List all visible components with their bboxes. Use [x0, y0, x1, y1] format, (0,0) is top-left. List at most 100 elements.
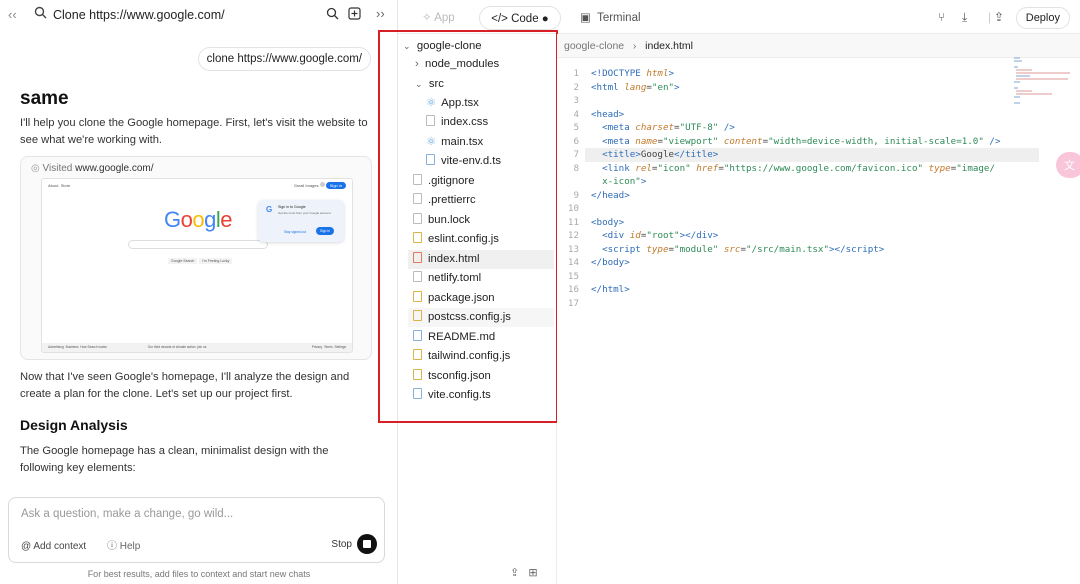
- upload-icon[interactable]: ⇪: [510, 567, 519, 579]
- stop-button[interactable]: [357, 534, 377, 554]
- line-number: 1: [573, 68, 579, 79]
- chevrons-right-icon[interactable]: ››: [376, 6, 385, 21]
- tree-item[interactable]: package.json: [413, 289, 495, 308]
- new-chat-icon[interactable]: [348, 7, 361, 23]
- code-line: <meta charset="UTF-8" />: [602, 122, 735, 133]
- line-number: 6: [573, 135, 579, 147]
- mini-nav-left: About Store: [48, 183, 70, 188]
- file-tree: ⌄ google-clone › node_modules ⌄ src ⚛ App…: [398, 34, 557, 584]
- md-file-icon: [413, 330, 422, 341]
- tree-item[interactable]: eslint.config.js: [413, 230, 499, 249]
- code-line: x-icon">: [602, 176, 647, 187]
- visit-card[interactable]: ◎ Visited www.google.com/ About Store Gm…: [20, 156, 372, 360]
- line-number: 2: [573, 81, 579, 93]
- mini-nav-store: Store: [60, 183, 71, 188]
- add-context-button[interactable]: @ Add context: [21, 541, 86, 552]
- line-number: 17: [567, 297, 579, 309]
- mini-popup-title: Sign in to Google: [278, 205, 306, 209]
- code-line: <script type="module" src="/src/main.tsx…: [602, 243, 885, 255]
- tree-item-label: postcss.config.js: [428, 311, 511, 323]
- tree-item-label: eslint.config.js: [428, 233, 499, 245]
- google-screenshot: About Store Gmail Images Sign in Google …: [41, 178, 353, 353]
- json-file-icon: [413, 291, 422, 302]
- download-icon[interactable]: ⤓: [962, 10, 967, 25]
- tree-item-label: main.tsx: [441, 136, 484, 148]
- tree-item[interactable]: › node_modules: [415, 55, 499, 74]
- minimap[interactable]: [1012, 56, 1072, 116]
- tree-item[interactable]: README.md: [413, 328, 495, 347]
- tab-terminal[interactable]: ▣ Terminal: [580, 6, 641, 30]
- tree-footer: ⇪ ⊞: [510, 566, 538, 579]
- tree-item-label: package.json: [428, 292, 495, 304]
- message-composer[interactable]: Ask a question, make a change, go wild..…: [8, 497, 385, 563]
- tree-item-label: bun.lock: [428, 214, 471, 226]
- file-icon: [413, 174, 422, 185]
- mini-footer-climate: Our third decade of climate action: join…: [147, 345, 207, 349]
- assistant-name: same: [20, 88, 69, 109]
- line-number: 8: [573, 162, 579, 174]
- tree-item[interactable]: ⚛ main.tsx: [426, 133, 483, 152]
- tree-item[interactable]: tsconfig.json: [413, 367, 491, 386]
- tree-item[interactable]: tailwind.config.js: [413, 347, 510, 366]
- mini-popup-g-icon: G: [266, 205, 273, 214]
- help-icon: ⓘ: [106, 541, 117, 552]
- mini-popup-stay: Stay signed out: [284, 230, 306, 234]
- tab-app[interactable]: ✧ App: [422, 6, 455, 30]
- tree-item[interactable]: index.css: [426, 113, 488, 132]
- mini-popup-text: Get the most from your Google account: [278, 211, 331, 215]
- folder-add-icon[interactable]: ⊞: [528, 567, 537, 579]
- tree-item[interactable]: .gitignore: [413, 172, 474, 191]
- fork-icon[interactable]: ⑂: [938, 10, 945, 24]
- chevron-down-icon: ⌄: [403, 41, 411, 51]
- chevron-right-icon: ›: [415, 58, 419, 70]
- breadcrumb: google-clone › index.html: [557, 34, 1080, 58]
- react-icon: ⚛: [426, 97, 437, 109]
- code-editor[interactable]: google-clone › index.html 1 2 3 4 5 6 7 …: [557, 34, 1080, 584]
- composer-input[interactable]: Ask a question, make a change, go wild..…: [21, 508, 233, 520]
- tree-item[interactable]: vite.config.ts: [413, 386, 491, 405]
- search-icon[interactable]: [326, 7, 339, 23]
- tree-item-label: index.css: [441, 116, 489, 128]
- tree-item[interactable]: bun.lock: [413, 211, 470, 230]
- js-file-icon: [413, 349, 422, 360]
- code-line: <head>: [591, 108, 625, 120]
- section-heading: Design Analysis: [20, 417, 128, 433]
- tree-item[interactable]: .prettierrc: [413, 191, 476, 210]
- line-number: 12: [567, 230, 579, 241]
- tree-item-active[interactable]: index.html: [408, 250, 554, 269]
- line-number: 9: [573, 189, 579, 201]
- mini-footer-how: How Search works: [80, 345, 107, 349]
- line-number: 3: [573, 95, 579, 106]
- tree-item[interactable]: ⌄ src: [415, 75, 444, 94]
- chevrons-left-icon[interactable]: ‹‹: [8, 7, 17, 22]
- tree-item[interactable]: vite-env.d.ts: [426, 152, 501, 171]
- at-icon: @: [21, 541, 32, 552]
- translate-icon[interactable]: 文: [1056, 152, 1080, 178]
- stop-label[interactable]: Stop: [331, 539, 352, 550]
- tree-item-label: README.md: [428, 331, 496, 343]
- app-window: ‹‹ Clone https://www.google.com/ ›› clon…: [0, 0, 1080, 584]
- js-file-icon: [413, 232, 422, 243]
- line-number: 4: [573, 108, 579, 120]
- globe-icon: ◎: [31, 163, 40, 174]
- tree-item-label: vite.config.ts: [428, 389, 491, 401]
- deploy-button[interactable]: Deploy: [1015, 7, 1070, 29]
- mini-footer-settings: Settings: [334, 345, 346, 349]
- tree-item[interactable]: ⚛ App.tsx: [426, 94, 479, 113]
- tree-item[interactable]: postcss.config.js: [408, 308, 554, 327]
- line-number: 15: [567, 270, 579, 282]
- workspace-toolbar: ✧ App </> Code ● ▣ Terminal ⑂ ⤓ | ⇪ Depl…: [398, 0, 1080, 34]
- breadcrumb-root[interactable]: google-clone: [564, 40, 624, 52]
- visited-url: www.google.com/: [75, 163, 154, 174]
- tree-item-label: .gitignore: [428, 175, 475, 187]
- help-label: Help: [119, 541, 141, 552]
- breadcrumb-file: index.html: [645, 40, 694, 52]
- help-button[interactable]: ⓘ Help: [107, 541, 140, 552]
- tab-code[interactable]: </> Code ●: [479, 6, 561, 30]
- tree-root[interactable]: ⌄ google-clone: [403, 37, 482, 56]
- code-line: </body>: [591, 257, 630, 268]
- mini-lucky-btn: I'm Feeling Lucky: [199, 258, 233, 264]
- share-icon[interactable]: ⇪: [994, 10, 1004, 24]
- tree-item[interactable]: netlify.toml: [413, 269, 481, 288]
- code-line: <html lang="en">: [591, 81, 680, 93]
